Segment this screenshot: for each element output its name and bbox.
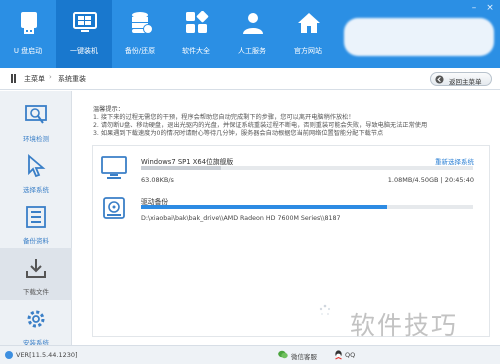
blurred-logo [344,18,494,56]
back-arrow-icon [435,75,444,84]
tip-line: 3. 如果遇到下载速度为0的情况时请耐心等待几分钟，服务器会自动根据您当前网络位… [93,130,384,137]
support-person-icon [243,13,263,34]
nav-one-click-install[interactable]: 一键装机 [56,0,112,68]
backup-path: D:\xiaobai\bak\bak_drive\\AMD Radeon HD … [141,215,341,222]
sidebar-item-label: 备份资料 [23,237,49,245]
sidebar-item-label: 环境检测 [23,135,49,143]
download-speed: 63.08KB/s [141,176,174,184]
wechat-icon [278,350,288,359]
sidebar-item-select-system[interactable]: 选择系统 [0,146,72,198]
nav-label: 备份/还原 [124,47,156,55]
driver-disk-icon [103,197,125,219]
nav-software[interactable]: 软件大全 [168,0,224,68]
gear-install-icon [27,310,45,328]
nav-manual-service[interactable]: 人工服务 [224,0,280,68]
watermark: 软件技巧 [350,311,459,340]
sidebar-item-install-system[interactable]: 安装系统 [0,299,72,351]
nav-usb-boot[interactable]: U 盘启动 [0,0,56,68]
sidebar-item-label: 下载文件 [23,288,49,296]
nav-label: 官方网站 [294,47,322,55]
download-title: Windows7 SP1 X64位旗舰版 [141,158,234,166]
breadcrumb-separator: › [49,73,52,81]
download-progress-fill [141,166,221,170]
download-progress-bar [141,166,473,170]
nav-label: 人工服务 [238,47,266,55]
version-text: VER[11.5.44.1230] [16,351,78,359]
breadcrumb-current: 系统重装 [58,75,86,83]
back-to-menu-button[interactable]: 返回主菜单 [430,72,492,86]
back-button-label: 返回主菜单 [449,78,482,86]
nav-label: 一键装机 [70,47,98,55]
sidebar-item-label: 选择系统 [23,186,49,194]
menu-grid-icon [11,74,16,83]
step-sidebar: 环境检测 选择系统 备份资料 下载文件 安装系统 [0,91,72,347]
top-header: U 盘启动 一键装机 备份/还原 软件大全 人工服务 官方网站 – × [0,0,500,68]
usb-drive-icon [21,12,37,34]
tip-line: 2. 请勿断U盘、移动硬盘，退出光驱内的光盘，并保证系统重装过程不断电，否则重装… [93,122,428,129]
window-controls: – × [468,3,496,13]
qq-service-link[interactable]: QQ [345,351,355,359]
minimize-button[interactable]: – [468,3,480,13]
download-size-time: 1.08MB/4.50GB | 20:45:40 [387,176,474,184]
house-icon [298,13,320,33]
tips-title: 温馨提示： [93,106,124,113]
backup-progress-fill [141,205,387,209]
loading-spinner-icon [319,304,331,315]
monitor-install-icon [73,12,97,32]
main-nav: U 盘启动 一键装机 备份/还原 软件大全 人工服务 官方网站 [0,0,336,68]
breadcrumb-home[interactable]: 主菜单 [24,74,45,84]
sidebar-item-backup-data[interactable]: 备份资料 [0,197,72,249]
files-backup-icon [26,206,46,228]
backup-progress-bar [141,205,473,209]
reselect-system-link[interactable]: 重新选择系统 [435,156,474,166]
breadcrumb: 主菜单 › 系统重装 返回主菜单 [0,68,500,90]
nav-label: 软件大全 [182,47,210,55]
download-icon [26,259,46,278]
status-bar: VER[11.5.44.1230] 微信客服 QQ [0,345,500,364]
database-backup-icon [132,12,153,34]
sidebar-item-env-check[interactable]: 环境检测 [0,95,72,147]
sidebar-item-download[interactable]: 下载文件 [0,248,72,300]
backup-task-row: 驱动备份 D:\xiaobai\bak\bak_drive\\AMD Radeo… [93,194,489,230]
download-task-row: Windows7 SP1 X64位旗舰版 重新选择系统 63.08KB/s 1.… [93,154,489,192]
search-detect-icon [25,105,47,124]
apps-grid-icon [186,11,209,33]
wechat-service-link[interactable]: 微信客服 [291,351,317,361]
nav-label: U 盘启动 [13,47,43,55]
close-button[interactable]: × [484,3,496,13]
cursor-select-icon [28,154,46,178]
info-icon [5,351,13,359]
nav-backup-restore[interactable]: 备份/还原 [112,0,168,68]
tips-block: 温馨提示： 1. 接下来的过程无需您的干预，程序会帮助您自动完成剩下的步骤，您可… [93,106,493,138]
nav-official-site[interactable]: 官方网站 [280,0,336,68]
qq-icon [335,350,342,360]
monitor-icon [101,156,127,179]
tip-line: 1. 接下来的过程无需您的干预，程序会帮助您自动完成剩下的步骤，您可以离开电脑稍… [93,114,355,121]
